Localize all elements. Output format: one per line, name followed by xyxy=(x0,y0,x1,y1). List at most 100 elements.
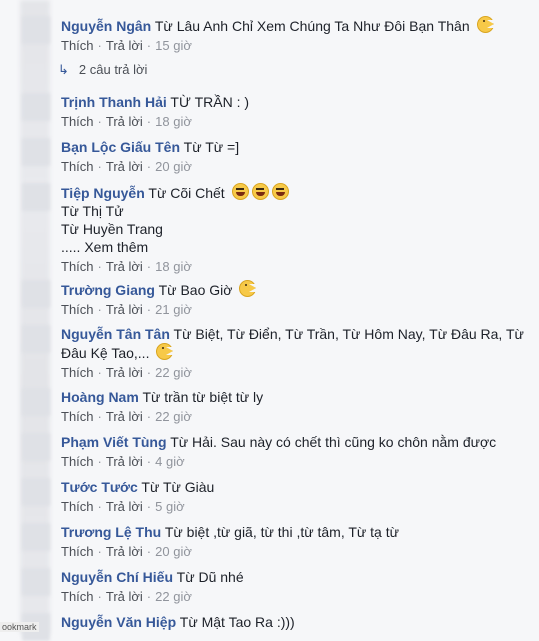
comment-author[interactable]: Phạm Viết Tùng xyxy=(61,434,167,450)
comment: Trịnh Thanh Hải TỪ TRẦN : ) Thích · Trả lờ… xyxy=(61,93,531,131)
comment: Tiệp Nguyễn Từ Cõi Chết Từ Thị Tử Từ Huy… xyxy=(61,183,531,276)
comment-text-line: Từ Huyền Trang xyxy=(61,221,163,237)
bookmark-label: ookmark xyxy=(0,622,39,632)
comment-time[interactable]: 22 giờ xyxy=(155,409,192,424)
comment-text: Từ Biệt, Từ Điển, Từ Trần, Từ Hôm Nay, T… xyxy=(173,326,524,342)
like-link[interactable]: Thích xyxy=(61,499,94,514)
comment: Trường Giang Từ Bao Giờ Thích · Trả lời · 21… xyxy=(61,280,531,319)
reply-link[interactable]: Trả lời xyxy=(106,499,143,514)
comment-text: Từ Từ =] xyxy=(183,139,240,155)
avatar[interactable] xyxy=(22,568,50,596)
avatar[interactable] xyxy=(22,16,50,44)
separator-dot: · xyxy=(97,365,102,380)
avatar[interactable] xyxy=(22,523,50,551)
laughing-emoji-icon xyxy=(271,183,289,200)
comment-author[interactable]: Nguyễn Tân Tân xyxy=(61,326,170,342)
comment-text: Từ Từ Giàu xyxy=(141,479,215,495)
separator-dot: · xyxy=(146,499,152,514)
avatar[interactable] xyxy=(22,478,50,506)
comment-time[interactable]: 21 giờ xyxy=(155,302,192,317)
like-link[interactable]: Thích xyxy=(61,38,94,53)
reply-link[interactable]: Trả lời xyxy=(106,454,143,469)
comment-text: TỪ TRẦN : ) xyxy=(170,94,250,110)
comment: Nguyễn Văn Hiệp Từ Mật Tao Ra :))) xyxy=(61,613,531,631)
view-replies-link[interactable]: ↳ 2 câu trả lời xyxy=(58,61,147,79)
like-link[interactable]: Thích xyxy=(61,544,94,559)
separator-dot: · xyxy=(97,589,102,604)
comment-text: Từ Mật Tao Ra :))) xyxy=(179,614,295,630)
separator-dot: · xyxy=(146,114,152,129)
comment-time[interactable]: 22 giờ xyxy=(155,365,192,380)
comment-time[interactable]: 18 giờ xyxy=(155,259,192,274)
reply-arrow-icon: ↳ xyxy=(58,62,69,77)
pacman-emoji-icon xyxy=(476,16,494,33)
separator-dot: · xyxy=(97,454,102,469)
separator-dot: · xyxy=(97,114,102,129)
comment: Bạn Lộc Giấu Tên Từ Từ =] Thích · Trả lời ·… xyxy=(61,138,531,176)
separator-dot: · xyxy=(146,302,152,317)
comment-time[interactable]: 22 giờ xyxy=(155,589,192,604)
avatar[interactable] xyxy=(22,325,50,353)
separator-dot: · xyxy=(146,259,152,274)
like-link[interactable]: Thích xyxy=(61,259,94,274)
comment-time[interactable]: 4 giờ xyxy=(155,454,185,469)
like-link[interactable]: Thích xyxy=(61,365,94,380)
comment-time[interactable]: 15 giờ xyxy=(155,38,192,53)
like-link[interactable]: Thích xyxy=(61,114,94,129)
separator-dot: · xyxy=(97,38,102,53)
like-link[interactable]: Thích xyxy=(61,454,94,469)
separator-dot: · xyxy=(146,159,152,174)
comment-text: Từ trần từ biệt từ ly xyxy=(142,389,264,405)
like-link[interactable]: Thích xyxy=(61,302,94,317)
comment-text: Từ Bao Giờ xyxy=(158,282,233,298)
comment-text-line: Từ Thị Tử xyxy=(61,203,124,219)
comment: Nguyễn Ngân Từ Lâu Anh Chỉ Xem Chúng Ta … xyxy=(61,16,531,55)
see-more-link[interactable]: Xem thêm xyxy=(84,239,148,255)
comment-author[interactable]: Trường Giang xyxy=(61,282,155,298)
reply-link[interactable]: Trả lời xyxy=(106,589,143,604)
comment-time[interactable]: 5 giờ xyxy=(155,499,185,514)
comment-time[interactable]: 18 giờ xyxy=(155,114,192,129)
comment-author[interactable]: Hoàng Nam xyxy=(61,389,139,405)
comment-text-line: Đâu Kệ Tao,... xyxy=(61,345,150,361)
comment-text: Từ Hải. Sau này có chết thì cũng ko chôn… xyxy=(170,434,497,450)
comment-author[interactable]: Tiệp Nguyễn xyxy=(61,185,145,201)
comment-author[interactable]: Nguyễn Ngân xyxy=(61,18,151,34)
like-link[interactable]: Thích xyxy=(61,159,94,174)
separator-dot: · xyxy=(146,409,152,424)
comment: Hoàng Nam Từ trần từ biệt từ ly Thích · Tr… xyxy=(61,388,531,426)
like-link[interactable]: Thích xyxy=(61,589,94,604)
like-link[interactable]: Thích xyxy=(61,409,94,424)
replies-count-label[interactable]: 2 câu trả lời xyxy=(79,62,148,77)
avatar[interactable] xyxy=(22,183,50,211)
reply-link[interactable]: Trả lời xyxy=(106,159,143,174)
separator-dot: · xyxy=(97,302,102,317)
separator-dot: · xyxy=(97,159,102,174)
comment-author[interactable]: Nguyễn Văn Hiệp xyxy=(61,614,176,630)
comment-author[interactable]: Bạn Lộc Giấu Tên xyxy=(61,139,180,155)
comment-author[interactable]: Trương Lệ Thu xyxy=(61,524,161,540)
comment-time[interactable]: 20 giờ xyxy=(155,544,192,559)
laughing-emoji-icon xyxy=(231,183,249,200)
reply-link[interactable]: Trả lời xyxy=(106,38,143,53)
comment: Trương Lệ Thu Từ biệt ,từ giã, từ thi ,t… xyxy=(61,523,531,561)
pacman-emoji-icon xyxy=(239,280,257,297)
separator-dot: · xyxy=(146,544,152,559)
avatar[interactable] xyxy=(22,138,50,166)
comment-author[interactable]: Nguyễn Chí Hiếu xyxy=(61,569,173,585)
reply-link[interactable]: Trả lời xyxy=(106,365,143,380)
reply-link[interactable]: Trả lời xyxy=(106,409,143,424)
avatar[interactable] xyxy=(22,433,50,461)
avatar[interactable] xyxy=(22,388,50,416)
reply-link[interactable]: Trả lời xyxy=(106,259,143,274)
comment-author[interactable]: Tước Tước xyxy=(61,479,138,495)
avatar[interactable] xyxy=(22,280,50,308)
avatar[interactable] xyxy=(22,93,50,121)
reply-link[interactable]: Trả lời xyxy=(106,114,143,129)
separator-dot: · xyxy=(97,259,102,274)
comment-time[interactable]: 20 giờ xyxy=(155,159,192,174)
pacman-emoji-icon xyxy=(156,343,174,360)
reply-link[interactable]: Trả lời xyxy=(106,302,143,317)
comment-author[interactable]: Trịnh Thanh Hải xyxy=(61,94,167,110)
reply-link[interactable]: Trả lời xyxy=(106,544,143,559)
